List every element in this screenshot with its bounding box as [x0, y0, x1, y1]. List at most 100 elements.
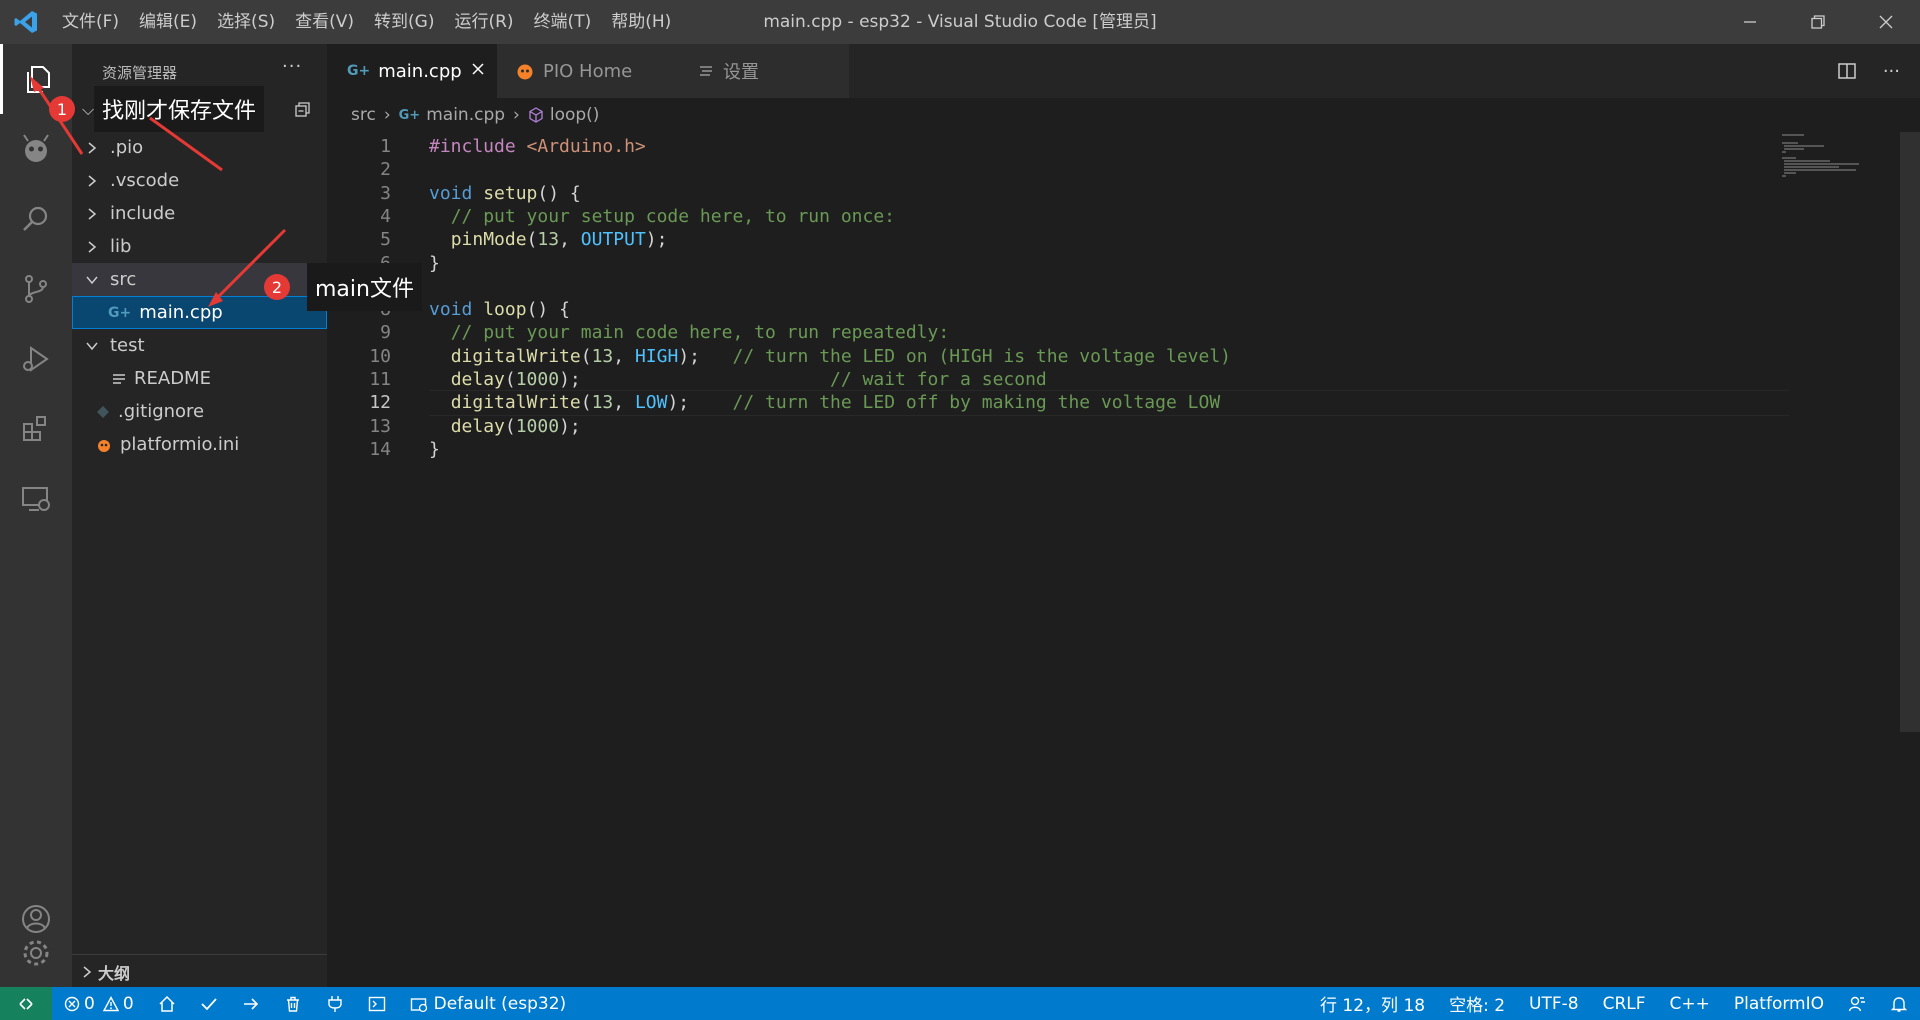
line-number: 5 — [380, 229, 391, 251]
line-number: 13 — [369, 415, 391, 437]
method-cube-icon — [528, 107, 544, 123]
pio-upload-arrow-icon[interactable] — [230, 987, 272, 1020]
vertical-scrollbar[interactable] — [1900, 132, 1920, 732]
restore-button[interactable] — [1784, 0, 1852, 44]
tree-label: .vscode — [110, 170, 180, 191]
menu-edit[interactable]: 编辑(E) — [129, 0, 207, 44]
close-icon[interactable] — [471, 62, 485, 76]
line-number: 11 — [369, 369, 391, 390]
chevron-right-icon — [84, 141, 100, 155]
tree-label: main.cpp — [139, 302, 223, 323]
pio-clean-trash-icon[interactable] — [272, 987, 314, 1020]
pio-home-icon[interactable] — [146, 987, 188, 1020]
explorer-more-actions[interactable]: ··· — [282, 56, 302, 77]
pio-build-check-icon[interactable] — [188, 987, 230, 1020]
tree-file-main-cpp[interactable]: G+ main.cpp — [72, 296, 327, 329]
line-number: 10 — [369, 345, 391, 367]
line-number: 2 — [380, 159, 391, 181]
title-bar: 文件(F) 编辑(E) 选择(S) 查看(V) 转到(G) 运行(R) 终端(T… — [0, 0, 1920, 44]
vscode-logo-icon — [0, 0, 52, 44]
warning-count: 0 — [122, 993, 134, 1014]
end-of-line[interactable]: CRLF — [1591, 987, 1658, 1020]
code-line: digitalWrite(13, LOW); // turn the LED o… — [450, 392, 1221, 414]
tree-file-platformio-ini[interactable]: platformio.ini — [72, 428, 327, 461]
pio-terminal-icon[interactable] — [356, 987, 398, 1020]
platformio-alien-icon — [515, 61, 535, 81]
code-line: pinMode(13, OUTPUT); — [450, 229, 668, 251]
status-bar: 0 0 Default (esp32) 行 12，列 18 空格: 2 UTF-… — [0, 987, 1920, 1020]
chevron-down-icon — [84, 275, 100, 285]
pio-env-switcher[interactable]: Default (esp32) — [398, 987, 579, 1020]
tab-label: PIO Home — [543, 60, 633, 82]
settings-gear-icon[interactable] — [0, 919, 72, 987]
annotation-callout-2: main文件 — [307, 263, 422, 311]
menu-terminal[interactable]: 终端(T) — [524, 0, 602, 44]
annotation-callout-1: 找刚才保存文件 — [94, 86, 265, 132]
tree-file-gitignore[interactable]: .gitignore — [72, 395, 327, 428]
chevron-right-icon: › — [513, 105, 520, 125]
run-debug-icon[interactable] — [0, 324, 72, 394]
menu-selection[interactable]: 选择(S) — [207, 0, 285, 44]
tree-label: platformio.ini — [120, 434, 240, 455]
tree-file-readme[interactable]: README — [72, 362, 327, 395]
tree-label: .gitignore — [118, 401, 205, 422]
env-label: Default (esp32) — [433, 993, 567, 1014]
platformio-status[interactable]: PlatformIO — [1722, 987, 1836, 1020]
tab-label: main.cpp — [378, 60, 462, 82]
tree-label: lib — [110, 236, 132, 257]
collapse-all-icon[interactable] — [294, 101, 312, 119]
tab-pio-home[interactable]: PIO Home — [497, 44, 669, 98]
menu-go[interactable]: 转到(G) — [364, 0, 444, 44]
breadcrumb-loop[interactable]: loop() — [550, 105, 600, 125]
encoding[interactable]: UTF-8 — [1517, 987, 1591, 1020]
tree-folder-vscode[interactable]: .vscode — [72, 164, 327, 197]
menu-run[interactable]: 运行(R) — [444, 0, 523, 44]
code-editor[interactable]: 1234567891011121314 #include <Arduino.h>… — [327, 132, 1920, 987]
cpp-file-icon: G+ — [347, 63, 371, 79]
error-count: 0 — [84, 993, 95, 1014]
code-line: // put your setup code here, to run once… — [450, 205, 896, 227]
explorer-header: 资源管理器 — [102, 64, 178, 82]
pio-serial-monitor-plug-icon[interactable] — [314, 987, 356, 1020]
chevron-right-icon — [84, 207, 100, 221]
tree-folder-test[interactable]: test — [72, 329, 327, 362]
code-line: #include <Arduino.h> — [429, 136, 646, 157]
menu-view[interactable]: 查看(V) — [285, 0, 364, 44]
breadcrumb-main-cpp[interactable]: main.cpp — [426, 105, 505, 125]
tab-label: 设置 — [723, 62, 759, 83]
remote-indicator-icon[interactable] — [0, 987, 52, 1020]
outline-section-header[interactable]: 大纲 — [72, 954, 327, 988]
text-file-icon — [112, 372, 126, 386]
cpp-file-icon: G+ — [108, 304, 132, 321]
breadcrumb-src[interactable]: src — [351, 105, 376, 125]
notifications-bell-icon[interactable] — [1878, 987, 1920, 1020]
remote-explorer-icon[interactable] — [0, 464, 72, 534]
feedback-icon[interactable] — [1836, 987, 1878, 1020]
close-window-button[interactable] — [1852, 0, 1920, 44]
cursor-position[interactable]: 行 12，列 18 — [1308, 987, 1437, 1020]
platformio-alien-icon[interactable] — [0, 114, 72, 184]
code-line: void loop() { — [429, 299, 570, 321]
more-actions-icon[interactable]: ··· — [1883, 61, 1900, 82]
menu-help[interactable]: 帮助(H) — [601, 0, 681, 44]
tab-settings[interactable]: 设置 — [669, 44, 849, 98]
tree-folder-include[interactable]: include — [72, 197, 327, 230]
minimap[interactable] — [1780, 132, 1900, 192]
line-number: 1 — [380, 136, 391, 157]
outline-label: 大纲 — [98, 963, 131, 983]
indentation[interactable]: 空格: 2 — [1437, 987, 1517, 1020]
tab-main-cpp[interactable]: G+ main.cpp — [327, 44, 497, 98]
tree-folder-lib[interactable]: lib — [72, 230, 327, 263]
source-control-icon[interactable] — [0, 254, 72, 324]
search-icon[interactable] — [0, 184, 72, 254]
minimize-button[interactable] — [1716, 0, 1784, 44]
extensions-icon[interactable] — [0, 394, 72, 464]
language-mode[interactable]: C++ — [1658, 987, 1722, 1020]
tree-folder-pio[interactable]: .pio — [72, 131, 327, 164]
tree-label: .pio — [110, 137, 144, 158]
problems-indicator[interactable]: 0 0 — [52, 987, 146, 1020]
split-editor-icon[interactable] — [1837, 61, 1857, 81]
menu-file[interactable]: 文件(F) — [52, 0, 129, 44]
line-number: 12 — [369, 392, 391, 414]
cpp-file-icon: G+ — [398, 107, 421, 123]
